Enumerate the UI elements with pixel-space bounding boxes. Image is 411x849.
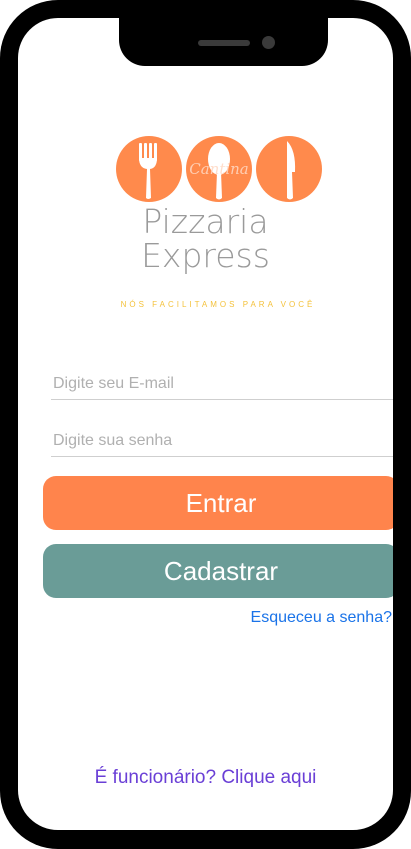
restaurant-logo: Cantina	[116, 136, 322, 202]
register-button[interactable]: Cadastrar	[43, 544, 393, 598]
brand-title-line1: Pizzaria	[142, 202, 269, 241]
email-input[interactable]	[51, 369, 393, 399]
staff-login-link[interactable]: É funcionário? Clique aqui	[18, 767, 393, 789]
enter-button[interactable]: Entrar	[43, 476, 393, 530]
app-screen: Cantina Pizzaria Express NÓS FACILITAMOS…	[18, 18, 393, 830]
speaker-icon	[198, 40, 250, 46]
logo-script-text: Cantina	[189, 160, 249, 178]
password-input[interactable]	[51, 426, 393, 456]
brand-tagline: NÓS FACILITAMOS PARA VOCÊ	[120, 300, 316, 309]
email-field-wrapper	[51, 369, 393, 400]
password-field-wrapper	[51, 426, 393, 457]
forgot-password-link[interactable]: Esqueceu a senha?	[218, 609, 392, 627]
brand-title-line2: Express	[141, 236, 270, 275]
camera-icon	[262, 36, 275, 49]
